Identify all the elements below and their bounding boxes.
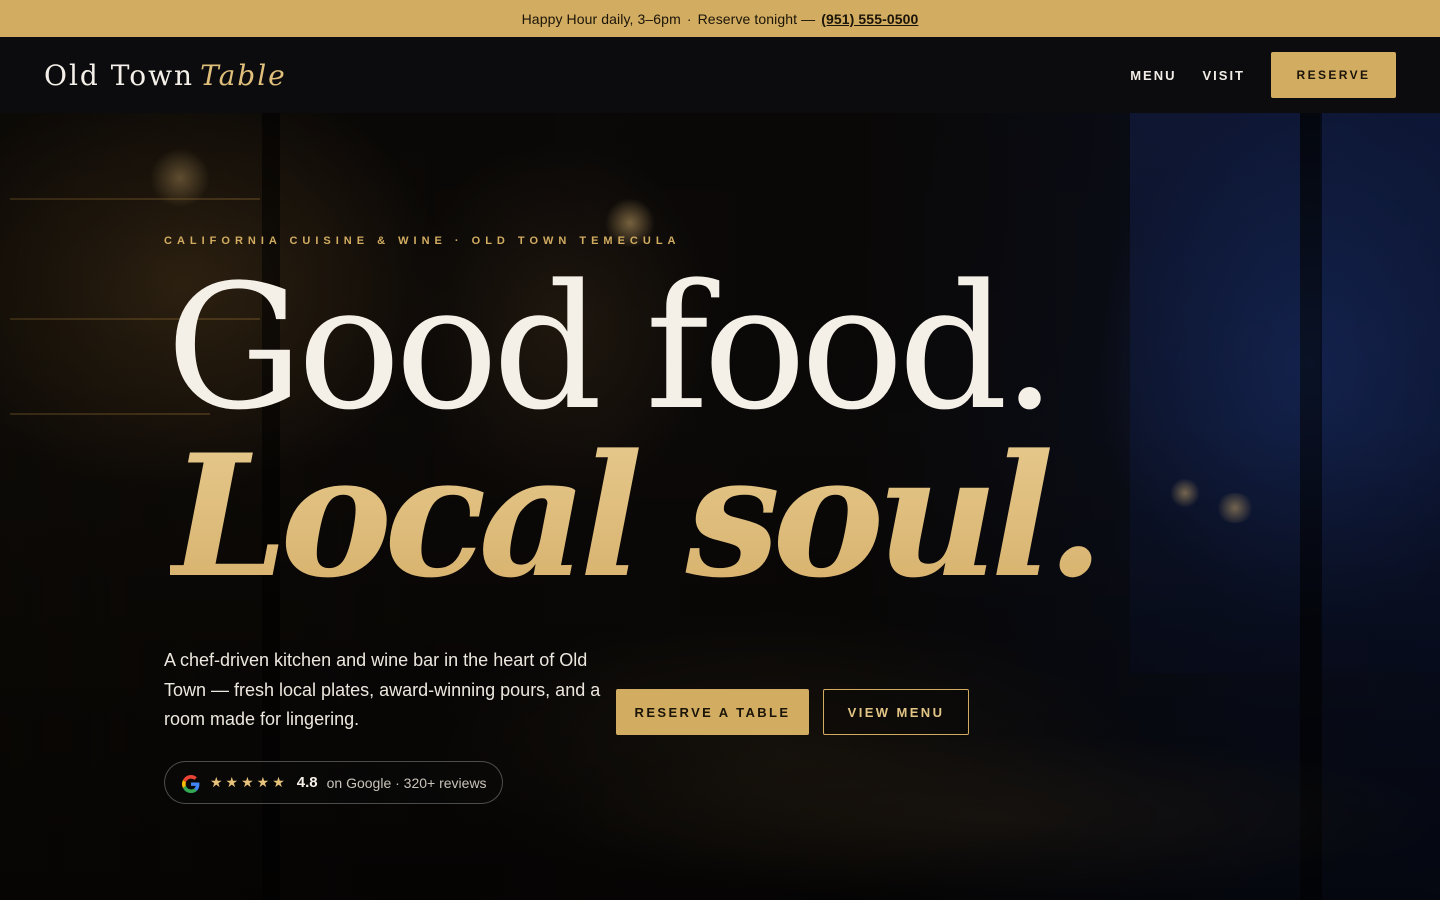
- announcement-text: Happy Hour daily, 3–6pm: [521, 10, 681, 27]
- rating-source: on Google · 320+ reviews: [326, 774, 487, 791]
- star-rating: ★★★★★: [210, 774, 288, 790]
- hero-cta-group: RESERVE A TABLE VIEW MENU: [616, 689, 969, 735]
- google-icon: [182, 774, 200, 793]
- phone-link[interactable]: (951) 555-0500: [821, 11, 918, 27]
- nav-visit-link[interactable]: VISIT: [1202, 68, 1245, 83]
- hero-eyebrow: CALIFORNIA CUISINE & WINE · OLD TOWN TEM…: [164, 235, 681, 247]
- logo-main-text: Old Town: [44, 58, 195, 92]
- hero-lede: A chef-driven kitchen and wine bar in th…: [164, 650, 601, 729]
- logo[interactable]: Old Town Table: [44, 59, 287, 92]
- announcement-bar: Happy Hour daily, 3–6pm · Reserve tonigh…: [0, 0, 1440, 37]
- rating-badge[interactable]: ★★★★★ 4.8 on Google · 320+ reviews: [164, 761, 503, 804]
- logo-accent-text: Table: [200, 58, 287, 92]
- announcement-separator: ·: [686, 10, 692, 27]
- reserve-table-button[interactable]: RESERVE A TABLE: [616, 689, 809, 735]
- main-nav: MENU VISIT RESERVE: [1130, 52, 1396, 98]
- announcement-cta-text: Reserve tonight —: [697, 10, 816, 27]
- rating-score: 4.8: [296, 774, 318, 791]
- hero-headline-line1: Good food.: [166, 247, 1057, 448]
- view-menu-button[interactable]: VIEW MENU: [823, 689, 969, 735]
- nav-menu-link[interactable]: MENU: [1130, 68, 1176, 83]
- header-reserve-button[interactable]: RESERVE: [1271, 52, 1396, 98]
- hero-headline-line2: Local soul.: [170, 417, 1105, 615]
- site-header: Old Town Table MENU VISIT RESERVE: [0, 37, 1440, 113]
